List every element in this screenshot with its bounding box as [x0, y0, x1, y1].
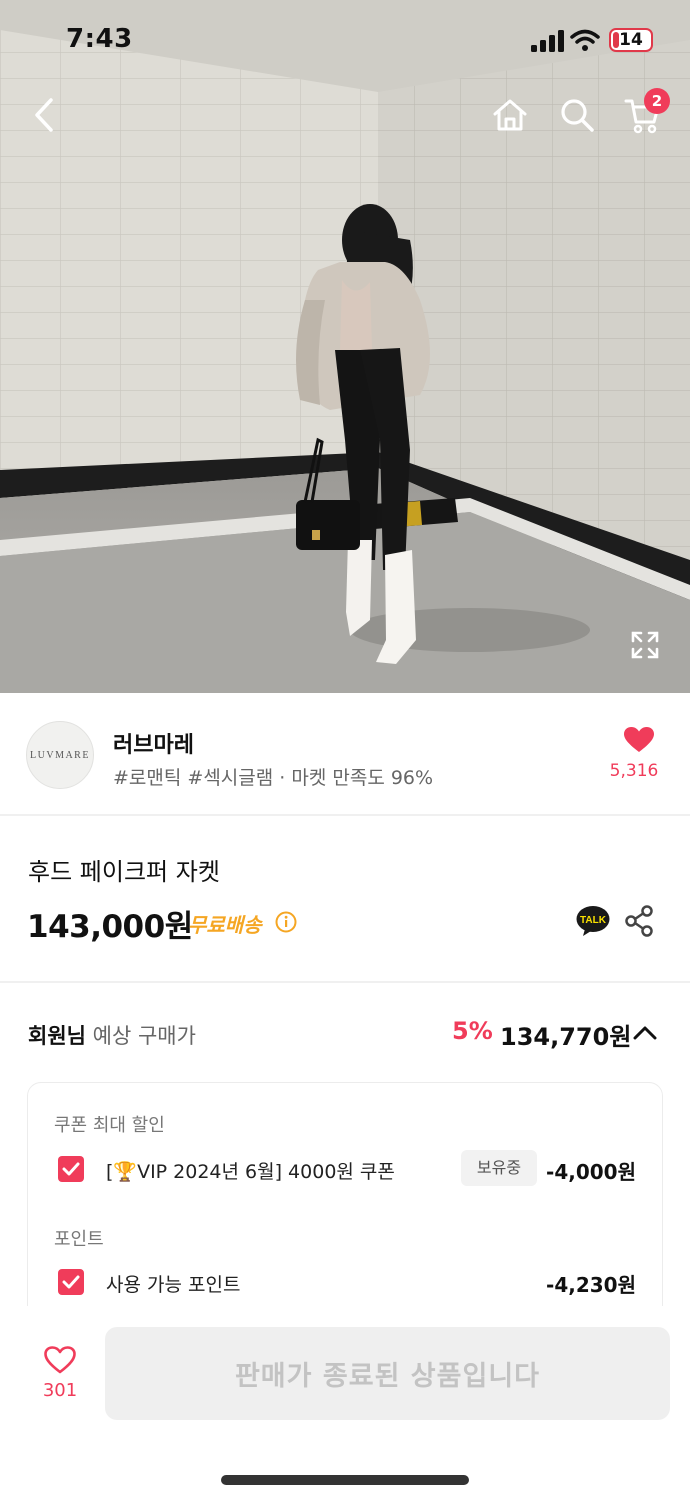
- store-like-button[interactable]: 5,316: [604, 727, 674, 781]
- talk-text: TALK: [580, 915, 607, 926]
- discount-rate: 5%: [452, 1017, 493, 1045]
- bottom-action-bar: 301 판매가 종료된 상품입니다: [0, 1306, 690, 1500]
- cellular-signal-icon: [531, 30, 564, 52]
- point-label: 사용 가능 포인트: [106, 1274, 241, 1296]
- fullscreen-button[interactable]: [624, 624, 666, 666]
- wishlist-button[interactable]: 301: [30, 1346, 90, 1401]
- coupon-label: [🏆VIP 2024년 6월] 4000원 쿠폰: [106, 1161, 395, 1183]
- point-amount: -4,230원: [546, 1273, 636, 1297]
- coupon-section-title: 쿠폰 최대 할인: [54, 1115, 165, 1136]
- coupon-checkbox[interactable]: [58, 1156, 84, 1182]
- kakao-talk-share-button[interactable]: TALK: [576, 905, 610, 937]
- info-icon[interactable]: [275, 911, 297, 933]
- check-icon: [62, 1275, 80, 1289]
- home-indicator[interactable]: [221, 1475, 469, 1485]
- store-info[interactable]: LUVMARE 러브마레 #로맨틱 #섹시글램 · 마켓 만족도 96% 5,3…: [0, 693, 690, 816]
- check-icon: [62, 1162, 80, 1176]
- sold-out-button[interactable]: 판매가 종료된 상품입니다: [105, 1327, 670, 1420]
- expected-price-value: 134,770원: [500, 1023, 632, 1051]
- free-shipping-label: 무료배송: [188, 913, 262, 937]
- expected-price-text: 예상 구매가: [92, 1024, 196, 1048]
- status-time: 7:43: [66, 24, 133, 54]
- coupon-row[interactable]: [🏆VIP 2024년 6월] 4000원 쿠폰 보유중 -4,000원: [56, 1150, 636, 1190]
- heart-filled-icon: [624, 727, 654, 752]
- expected-price-label: 회원님 예상 구매가: [28, 1020, 196, 1050]
- store-name[interactable]: 러브마레: [113, 727, 194, 759]
- share-icon[interactable]: [624, 905, 654, 937]
- point-checkbox[interactable]: [58, 1269, 84, 1295]
- product-name: 후드 페이크퍼 자켓: [28, 858, 220, 886]
- store-logo[interactable]: LUVMARE: [26, 721, 94, 789]
- wifi-icon: [570, 29, 600, 51]
- search-icon: [561, 99, 594, 132]
- wishlist-count: 301: [42, 1380, 78, 1401]
- heart-outline-icon: [44, 1346, 76, 1374]
- battery-level: 14: [619, 30, 643, 50]
- home-button[interactable]: [487, 92, 533, 138]
- back-button[interactable]: [22, 92, 68, 138]
- store-logo-text: LUVMARE: [30, 749, 90, 761]
- member-label: 회원님: [28, 1024, 86, 1048]
- store-tags: #로맨틱 #섹시글램 · 마켓 만족도 96%: [113, 767, 434, 789]
- status-bar: 7:43 14: [0, 0, 690, 80]
- cart-count-badge: 2: [644, 88, 670, 114]
- sold-out-text: 판매가 종료된 상품입니다: [234, 1361, 541, 1392]
- expand-icon: [631, 631, 659, 659]
- store-like-count: 5,316: [609, 761, 659, 781]
- owned-badge: 보유중: [461, 1150, 537, 1186]
- point-row[interactable]: 사용 가능 포인트 -4,230원: [56, 1263, 636, 1303]
- battery-icon: 14: [609, 28, 653, 52]
- search-button[interactable]: [554, 92, 600, 138]
- chevron-left-icon: [35, 98, 53, 132]
- expected-price-row[interactable]: 회원님 예상 구매가 5% 134,770원: [0, 983, 690, 1083]
- coupon-amount: -4,000원: [546, 1160, 636, 1184]
- top-navigation: [0, 80, 690, 150]
- home-icon: [493, 99, 527, 131]
- product-image[interactable]: 7:43 14 2: [0, 0, 690, 693]
- product-info: 후드 페이크퍼 자켓 143,000원 무료배송 TALK: [0, 816, 690, 983]
- chevron-up-icon[interactable]: [630, 1019, 660, 1047]
- point-section-title: 포인트: [54, 1229, 104, 1250]
- product-price: 143,000원: [27, 909, 193, 945]
